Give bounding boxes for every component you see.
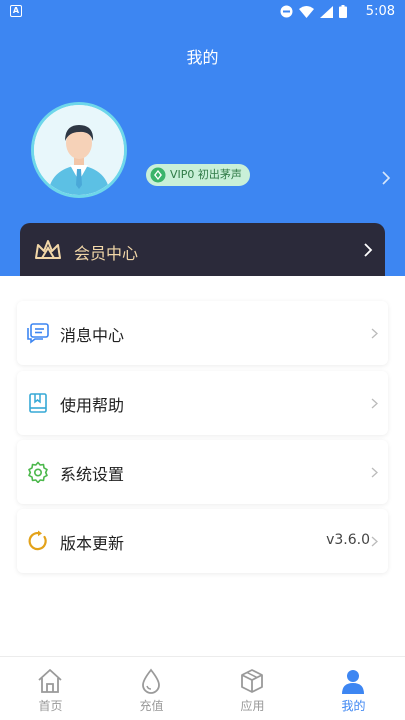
refresh-icon bbox=[28, 530, 47, 551]
menu-label: 版本更新 bbox=[60, 534, 125, 553]
home-icon bbox=[38, 669, 62, 693]
tab-label: 首页 bbox=[38, 699, 63, 713]
app-notification-icon: A bbox=[10, 5, 22, 17]
crown-icon bbox=[35, 240, 61, 259]
box-icon bbox=[241, 669, 263, 693]
wifi-icon bbox=[299, 5, 314, 18]
tab-home[interactable]: 首页 bbox=[0, 657, 101, 720]
status-time: 5:08 bbox=[365, 4, 395, 19]
signal-icon bbox=[320, 5, 333, 18]
menu-item-settings[interactable]: 系统设置 bbox=[17, 440, 388, 504]
tab-apps[interactable]: 应用 bbox=[202, 657, 303, 720]
menu-item-messages[interactable]: 消息中心 bbox=[17, 301, 388, 365]
page-title: 我的 bbox=[186, 48, 219, 67]
status-bar: A 5:08 bbox=[0, 0, 405, 24]
member-center-button[interactable]: 会员中心 bbox=[20, 223, 385, 276]
member-center-label: 会员中心 bbox=[74, 244, 139, 263]
chevron-right-icon bbox=[371, 467, 378, 478]
vip-label: VIP0 初出茅声 bbox=[170, 168, 242, 181]
menu-label: 消息中心 bbox=[60, 326, 125, 345]
chevron-right-icon bbox=[364, 243, 373, 257]
tab-label: 我的 bbox=[341, 699, 366, 713]
tab-label: 应用 bbox=[240, 699, 265, 713]
menu-item-help[interactable]: 使用帮助 bbox=[17, 371, 388, 435]
drop-icon bbox=[142, 668, 160, 694]
gear-icon bbox=[28, 461, 48, 483]
tab-label: 充值 bbox=[139, 699, 164, 713]
profile-header: A 5:08 我的 VIP0 初出茅声 会员中心 bbox=[0, 0, 405, 276]
user-icon bbox=[342, 670, 364, 694]
version-value: v3.6.0 bbox=[326, 532, 370, 548]
chevron-right-icon bbox=[371, 398, 378, 409]
menu-label: 使用帮助 bbox=[60, 396, 125, 415]
vip-gem-icon bbox=[150, 167, 166, 183]
menu-item-update[interactable]: 版本更新 v3.6.0 bbox=[17, 509, 388, 573]
chevron-right-icon bbox=[371, 328, 378, 339]
dnd-icon bbox=[280, 5, 293, 18]
status-icons bbox=[280, 5, 347, 18]
profile-chevron-right-icon[interactable] bbox=[381, 171, 391, 185]
chevron-right-icon bbox=[371, 536, 378, 547]
tab-mine[interactable]: 我的 bbox=[303, 657, 404, 720]
message-icon bbox=[27, 323, 49, 344]
bottom-tab-bar: 首页 充值 应用 我的 bbox=[0, 656, 405, 720]
tab-recharge[interactable]: 充值 bbox=[101, 657, 202, 720]
battery-icon bbox=[339, 5, 347, 18]
vip-badge[interactable]: VIP0 初出茅声 bbox=[146, 164, 250, 186]
menu-label: 系统设置 bbox=[60, 465, 125, 484]
avatar-person-icon bbox=[34, 105, 124, 195]
book-icon bbox=[29, 393, 47, 413]
avatar[interactable] bbox=[31, 102, 127, 198]
